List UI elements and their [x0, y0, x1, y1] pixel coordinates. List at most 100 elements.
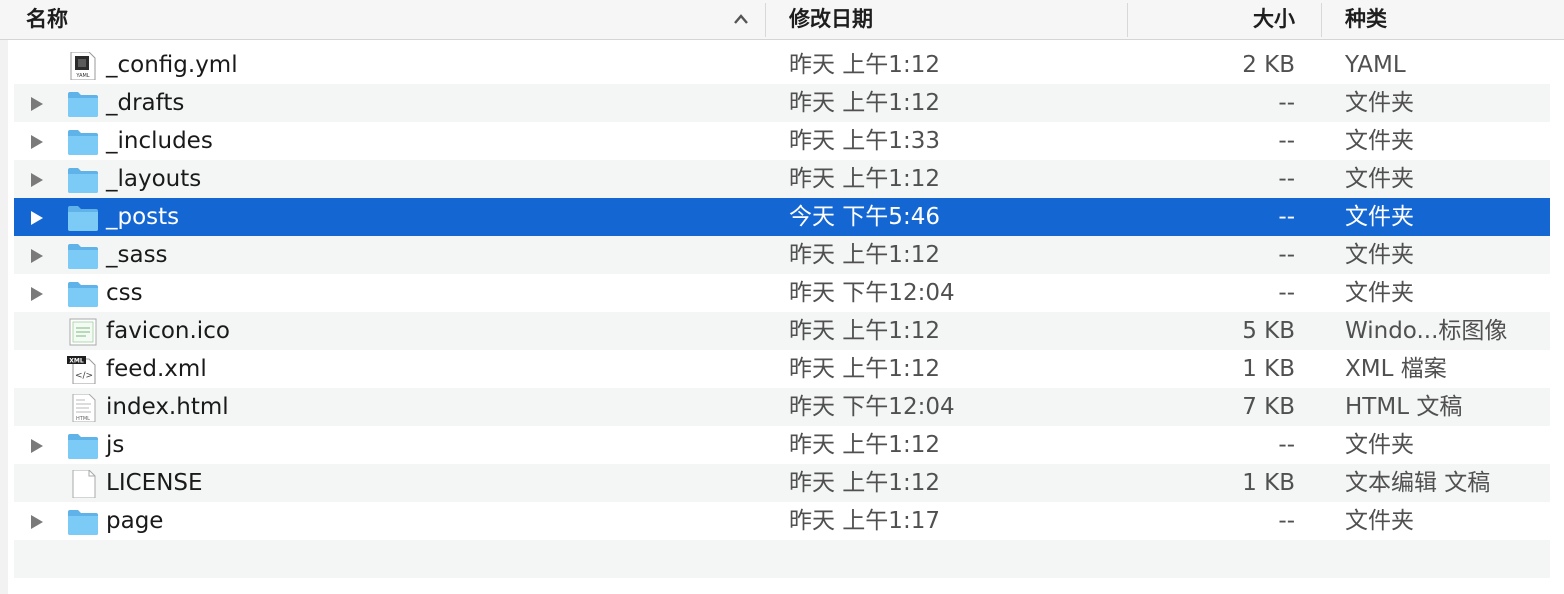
folder-icon: [68, 244, 98, 269]
file-kind: 文件夹: [1345, 508, 1414, 534]
modified-date: 今天 下午5:46: [789, 204, 940, 230]
file-name: LICENSE: [106, 470, 203, 496]
file-kind: 文件夹: [1345, 432, 1414, 458]
file-name: js: [106, 432, 125, 458]
file-kind: 文件夹: [1345, 242, 1414, 268]
file-name: _drafts: [106, 90, 185, 116]
list-item[interactable]: favicon.ico 昨天 上午1:12 5 KB Windo...标图像: [14, 312, 1550, 350]
disclosure-triangle-icon[interactable]: [30, 514, 44, 530]
file-kind: 文本编辑 文稿: [1345, 470, 1491, 496]
modified-date: 昨天 上午1:12: [789, 90, 940, 116]
column-header-bar: 名称 修改日期 大小 种类: [0, 0, 1564, 40]
svg-text:YAML: YAML: [75, 73, 89, 79]
svg-text:</>: </>: [75, 371, 93, 381]
disclosure-triangle-icon[interactable]: [30, 172, 44, 188]
html-file-icon: HTML: [72, 394, 96, 422]
column-divider[interactable]: [1127, 3, 1128, 37]
file-size: 1 KB: [1242, 470, 1295, 496]
file-kind: 文件夹: [1345, 128, 1414, 154]
file-kind: XML 檔案: [1345, 356, 1447, 382]
modified-date: 昨天 上午1:17: [789, 508, 940, 534]
list-item[interactable]: LICENSE 昨天 上午1:12 1 KB 文本编辑 文稿: [14, 464, 1550, 502]
file-name: _includes: [106, 128, 213, 154]
list-item[interactable]: HTML index.html 昨天 下午12:04 7 KB HTML 文稿: [14, 388, 1550, 426]
list-item[interactable]: XML </> feed.xml 昨天 上午1:12 1 KB XML 檔案: [14, 350, 1550, 388]
file-size: 1 KB: [1242, 356, 1295, 382]
folder-icon: [68, 206, 98, 231]
disclosure-triangle-icon[interactable]: [30, 286, 44, 302]
folder-icon: [68, 510, 98, 535]
modified-date: 昨天 上午1:12: [789, 356, 940, 382]
file-kind: 文件夹: [1345, 166, 1414, 192]
file-size: --: [1278, 128, 1295, 154]
file-name: index.html: [106, 394, 229, 420]
file-kind: YAML: [1345, 52, 1406, 78]
file-kind: 文件夹: [1345, 204, 1414, 230]
column-header-size[interactable]: 大小: [1150, 0, 1295, 39]
file-name: _posts: [106, 204, 180, 230]
file-size: --: [1278, 280, 1295, 306]
file-size: --: [1278, 90, 1295, 116]
list-item[interactable]: _drafts 昨天 上午1:12 -- 文件夹: [14, 84, 1550, 122]
yaml-file-icon: YAML: [70, 52, 96, 80]
modified-date: 昨天 上午1:12: [789, 52, 940, 78]
modified-date: 昨天 下午12:04: [789, 280, 955, 306]
file-name: css: [106, 280, 143, 306]
file-name: favicon.ico: [106, 318, 230, 344]
file-name: _config.yml: [106, 52, 238, 78]
modified-date: 昨天 上午1:12: [789, 432, 940, 458]
modified-date: 昨天 上午1:12: [789, 166, 940, 192]
file-name: feed.xml: [106, 356, 207, 382]
file-kind: 文件夹: [1345, 280, 1414, 306]
file-kind: 文件夹: [1345, 90, 1414, 116]
file-name: _sass: [106, 242, 168, 268]
file-size: --: [1278, 508, 1295, 534]
text-file-icon: [72, 470, 96, 498]
folder-icon: [68, 168, 98, 193]
file-kind: Windo...标图像: [1345, 318, 1508, 344]
file-size: --: [1278, 204, 1295, 230]
disclosure-triangle-icon[interactable]: [30, 438, 44, 454]
modified-date: 昨天 上午1:12: [789, 242, 940, 268]
folder-icon: [68, 434, 98, 459]
list-item[interactable]: _includes 昨天 上午1:33 -- 文件夹: [14, 122, 1550, 160]
disclosure-triangle-icon[interactable]: [30, 248, 44, 264]
folder-icon: [68, 282, 98, 307]
scrollbar-track[interactable]: [1550, 40, 1564, 594]
svg-text:HTML: HTML: [76, 416, 90, 422]
file-size: 7 KB: [1242, 394, 1295, 420]
folder-icon: [68, 92, 98, 117]
list-item-selected[interactable]: _posts 今天 下午5:46 -- 文件夹: [14, 198, 1550, 236]
list-item[interactable]: _layouts 昨天 上午1:12 -- 文件夹: [14, 160, 1550, 198]
file-name: _layouts: [106, 166, 202, 192]
column-divider[interactable]: [1321, 3, 1322, 37]
list-item[interactable]: js 昨天 上午1:12 -- 文件夹: [14, 426, 1550, 464]
list-item[interactable]: css 昨天 下午12:04 -- 文件夹: [14, 274, 1550, 312]
sort-ascending-icon[interactable]: [733, 13, 749, 25]
column-header-kind[interactable]: 种类: [1345, 0, 1387, 39]
disclosure-triangle-icon[interactable]: [30, 210, 44, 226]
xml-file-icon: XML </>: [67, 356, 96, 384]
svg-text:XML: XML: [69, 358, 84, 365]
disclosure-triangle-icon[interactable]: [30, 96, 44, 112]
modified-date: 昨天 上午1:33: [789, 128, 940, 154]
modified-date: 昨天 上午1:12: [789, 470, 940, 496]
column-header-name[interactable]: 名称: [26, 0, 68, 39]
list-item[interactable]: YAML _config.yml 昨天 上午1:12 2 KB YAML: [14, 46, 1550, 84]
column-divider[interactable]: [765, 3, 766, 37]
ico-file-icon: [69, 318, 97, 346]
file-name: page: [106, 508, 164, 534]
list-item[interactable]: _sass 昨天 上午1:12 -- 文件夹: [14, 236, 1550, 274]
list-item[interactable]: page 昨天 上午1:17 -- 文件夹: [14, 502, 1550, 540]
empty-row: [14, 540, 1550, 578]
left-edge: [0, 40, 8, 594]
file-size: --: [1278, 432, 1295, 458]
column-header-date[interactable]: 修改日期: [789, 0, 873, 39]
file-size: 2 KB: [1242, 52, 1295, 78]
file-size: --: [1278, 242, 1295, 268]
file-kind: HTML 文稿: [1345, 394, 1463, 420]
folder-icon: [68, 130, 98, 155]
disclosure-triangle-icon[interactable]: [30, 134, 44, 150]
file-size: --: [1278, 166, 1295, 192]
file-size: 5 KB: [1242, 318, 1295, 344]
